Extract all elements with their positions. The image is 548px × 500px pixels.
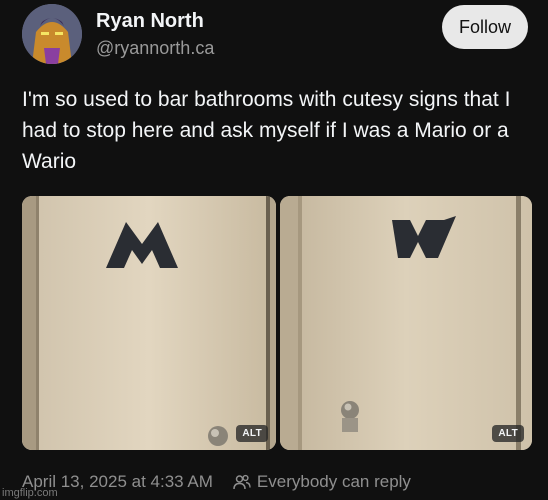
avatar-image: [22, 4, 82, 64]
people-icon: [233, 473, 251, 491]
author-info: Ryan North @ryannorth.ca: [96, 9, 214, 60]
post-text: I'm so used to bar bathrooms with cutesy…: [22, 88, 511, 173]
alt-badge[interactable]: ALT: [236, 425, 268, 442]
follow-button[interactable]: Follow: [442, 5, 528, 49]
photo-mario-door[interactable]: ALT: [22, 196, 276, 450]
alt-badge[interactable]: ALT: [492, 425, 524, 442]
reply-setting[interactable]: Everybody can reply: [257, 472, 411, 492]
post: Ryan North @ryannorth.ca Follow I'm so u…: [0, 0, 548, 500]
wario-door-image: [280, 196, 532, 450]
avatar[interactable]: [22, 4, 82, 64]
photo-wario-door[interactable]: ALT: [280, 196, 532, 450]
author-handle[interactable]: @ryannorth.ca: [96, 36, 214, 60]
watermark: imgflip.com: [2, 487, 58, 499]
author-name[interactable]: Ryan North: [96, 9, 214, 33]
post-footer: April 13, 2025 at 4:33 AM Everybody can …: [22, 470, 411, 494]
mario-door-image: [22, 196, 276, 450]
